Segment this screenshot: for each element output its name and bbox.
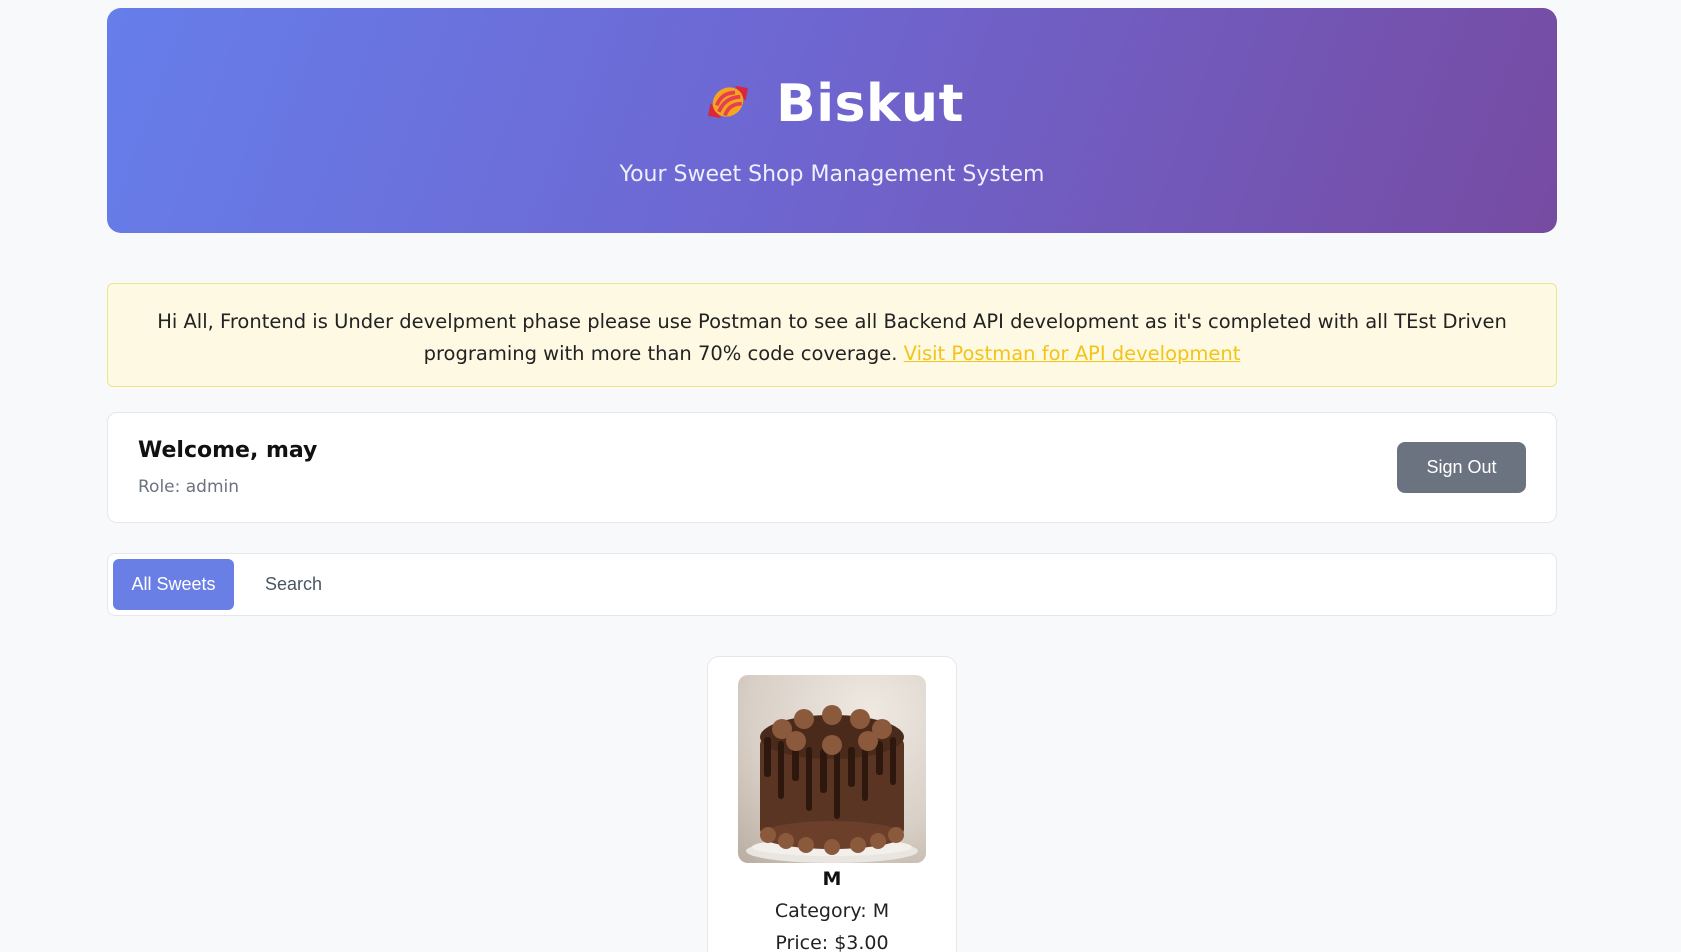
candy-icon bbox=[700, 74, 756, 134]
development-notice: Hi All, Frontend is Under develpment pha… bbox=[107, 283, 1557, 387]
product-name: M bbox=[822, 868, 842, 890]
brand-title: Biskut bbox=[776, 74, 964, 134]
header-banner: Biskut Your Sweet Shop Management System bbox=[107, 8, 1557, 233]
product-category: Category: M bbox=[774, 900, 890, 922]
brand-row: Biskut bbox=[107, 74, 1557, 134]
sign-out-button[interactable]: Sign Out bbox=[1397, 442, 1526, 493]
tab-bar: All Sweets Search bbox=[107, 553, 1557, 616]
chocolate-cake-image bbox=[738, 675, 926, 863]
tab-search[interactable]: Search bbox=[246, 559, 341, 610]
brand-tagline: Your Sweet Shop Management System bbox=[619, 162, 1045, 187]
welcome-card: Welcome, may Role: admin Sign Out bbox=[107, 412, 1557, 523]
notice-text: Hi All, Frontend is Under develpment pha… bbox=[157, 310, 1507, 365]
page: Biskut Your Sweet Shop Management System… bbox=[0, 0, 1681, 952]
welcome-greeting: Welcome, may bbox=[138, 438, 318, 463]
tab-all-sweets[interactable]: All Sweets bbox=[113, 559, 234, 610]
product-card[interactable]: M Category: M Price: $3.00 bbox=[707, 656, 957, 952]
product-price: Price: $3.00 bbox=[775, 932, 889, 952]
postman-link[interactable]: Visit Postman for API development bbox=[904, 342, 1241, 365]
user-role: Role: admin bbox=[138, 477, 240, 497]
